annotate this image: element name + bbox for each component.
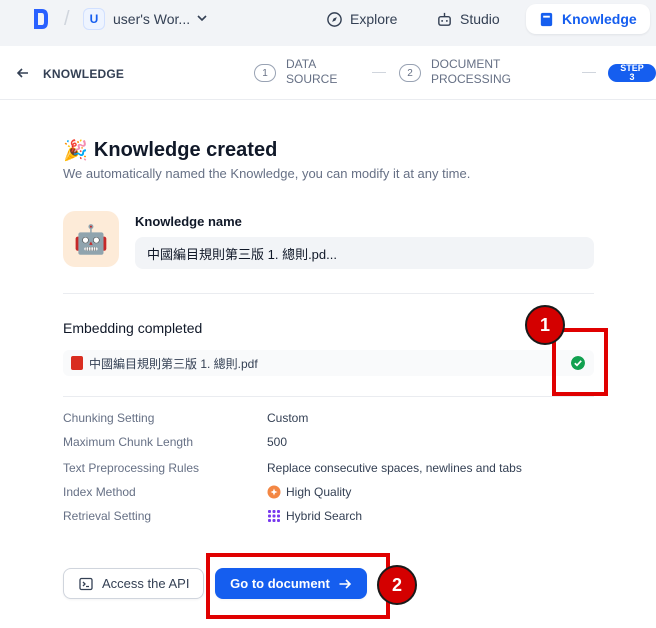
nav-knowledge[interactable]: Knowledge — [526, 4, 650, 34]
annotation-highlight-box — [552, 328, 608, 396]
nav-studio-label: Studio — [460, 11, 500, 27]
setting-value: Custom — [267, 411, 309, 425]
step-3-badge: STEP 3 — [608, 64, 656, 82]
back-to-knowledge-label[interactable]: KNOWLEDGE — [43, 67, 124, 81]
embedding-status-title: Embedding completed — [63, 320, 203, 336]
hybrid-search-icon — [268, 510, 280, 522]
nav-explore-label: Explore — [350, 11, 398, 27]
app-logo-icon[interactable] — [32, 7, 50, 31]
page-subtitle: We automatically named the Knowledge, yo… — [63, 166, 471, 181]
chevron-down-icon[interactable] — [196, 12, 208, 24]
knowledge-name-input[interactable] — [135, 237, 594, 269]
nav-studio[interactable]: Studio — [424, 4, 512, 34]
access-api-button[interactable]: Access the API — [63, 568, 204, 599]
file-name: 中國編目規則第三版 1. 總則.pdf — [89, 357, 258, 371]
step-divider — [372, 72, 386, 73]
arrow-left-icon[interactable] — [16, 66, 30, 80]
workspace-avatar[interactable]: U — [83, 8, 105, 30]
top-navigation: / U user's Wor... Explore Studio Knowled… — [0, 0, 656, 46]
step-1-label: DATA SOURCE — [286, 57, 338, 86]
setting-value: 500 — [267, 435, 288, 449]
robot-icon — [438, 12, 451, 26]
pdf-file-icon — [71, 356, 83, 370]
step-header: KNOWLEDGE 1 DATA SOURCE 2 DOCUMENT PROCE… — [0, 46, 656, 100]
file-row: 中國編目規則第三版 1. 總則.pdf — [63, 350, 594, 376]
page-title-text: Knowledge created — [93, 139, 278, 161]
annotation-badge: 2 — [377, 565, 417, 605]
knowledge-icon[interactable]: 🤖 — [63, 211, 119, 267]
setting-value: Hybrid Search — [286, 509, 363, 523]
step-3-label: STEP 3 — [620, 63, 644, 82]
setting-value: Replace consecutive spaces, newlines and… — [267, 461, 522, 475]
step-divider — [582, 72, 596, 73]
setting-label: Chunking Setting — [63, 411, 155, 425]
divider — [63, 293, 594, 294]
divider — [63, 396, 594, 397]
workspace-name[interactable]: user's Wor... — [113, 11, 190, 27]
annotation-badge: 1 — [525, 305, 565, 345]
retrieval-setting-value: Hybrid Search — [267, 509, 362, 523]
setting-value: High Quality — [286, 485, 352, 499]
nav-knowledge-label: Knowledge — [562, 11, 637, 27]
setting-label: Maximum Chunk Length — [63, 435, 194, 449]
annotation-highlight-box — [206, 553, 390, 619]
page-title: 🎉 Knowledge created — [63, 138, 277, 163]
index-method-value: High Quality — [267, 485, 351, 499]
access-api-label: Access the API — [102, 576, 190, 591]
party-popper-icon: 🎉 — [63, 140, 88, 162]
book-icon — [540, 12, 553, 26]
setting-label: Text Preprocessing Rules — [63, 461, 200, 475]
knowledge-name-label: Knowledge name — [135, 214, 242, 229]
step-1-number: 1 — [254, 64, 276, 82]
compass-icon — [327, 11, 342, 27]
nav-explore[interactable]: Explore — [314, 4, 409, 34]
setting-label: Index Method — [63, 485, 136, 499]
step-2-number: 2 — [399, 64, 421, 82]
setting-label: Retrieval Setting — [63, 509, 152, 523]
step-2-label: DOCUMENT PROCESSING — [431, 57, 512, 86]
breadcrumb-separator: / — [64, 8, 70, 30]
high-quality-icon — [267, 485, 281, 499]
terminal-icon — [79, 577, 93, 590]
